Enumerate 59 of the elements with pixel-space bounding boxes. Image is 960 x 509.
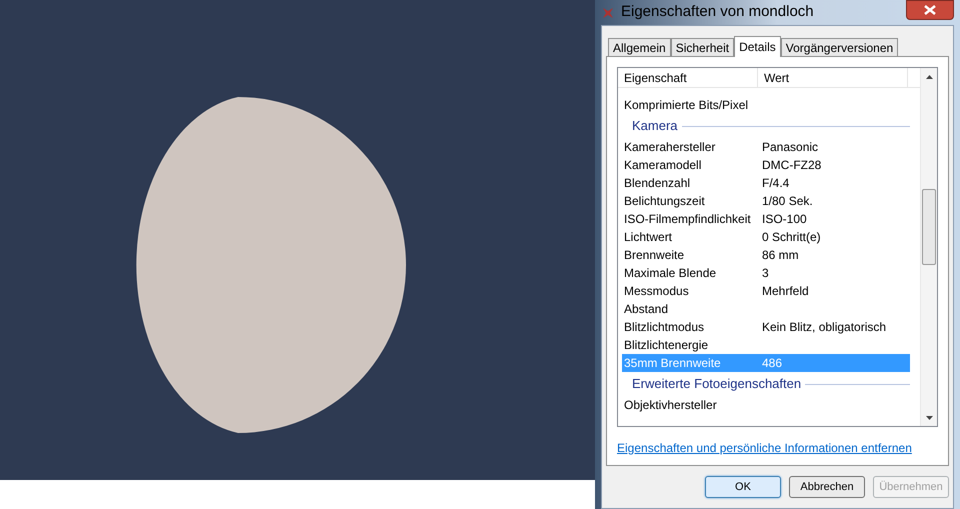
property-row[interactable]: ISO-Filmempfindlichkeit ISO-100 bbox=[622, 210, 910, 228]
property-name: 35mm Brennweite bbox=[623, 355, 722, 372]
close-button[interactable] bbox=[906, 0, 954, 20]
close-icon bbox=[924, 4, 936, 14]
property-name: Komprimierte Bits/Pixel bbox=[623, 97, 750, 114]
property-name: Messmodus bbox=[623, 283, 690, 300]
property-row[interactable]: Belichtungszeit 1/80 Sek. bbox=[622, 192, 910, 210]
property-name: Lichtwert bbox=[623, 229, 674, 246]
group-heading: Kamera bbox=[632, 117, 678, 136]
property-name: Kameramodell bbox=[623, 157, 702, 174]
property-row[interactable]: Blitzlichtmodus Kein Blitz, obligatorisch bbox=[622, 318, 910, 336]
scroll-up-icon bbox=[926, 75, 932, 79]
property-name: Blitzlichtenergie bbox=[623, 337, 710, 354]
property-value: 3 bbox=[762, 265, 769, 282]
property-row[interactable]: Kameramodell DMC-FZ28 bbox=[622, 156, 910, 174]
property-name: Belichtungszeit bbox=[623, 193, 706, 210]
column-header[interactable]: Wert bbox=[758, 68, 908, 87]
property-row[interactable]: Messmodus Mehrfeld bbox=[622, 282, 910, 300]
property-name: Kamerahersteller bbox=[623, 139, 716, 156]
property-name: Blendenzahl bbox=[623, 175, 692, 192]
property-row[interactable]: Lichtwert 0 Schritt(e) bbox=[622, 228, 910, 246]
property-row[interactable]: Maximale Blende 3 bbox=[622, 264, 910, 282]
property-value: Mehrfeld bbox=[762, 283, 809, 300]
scrollbar-thumb[interactable] bbox=[922, 189, 936, 265]
property-name: Objektivhersteller bbox=[623, 397, 718, 414]
property-name: Brennweite bbox=[623, 247, 686, 264]
tab[interactable]: Vorgängerversionen bbox=[780, 38, 898, 56]
property-value: 0 Schritt(e) bbox=[762, 229, 821, 246]
property-row[interactable]: Objektivhersteller bbox=[622, 396, 910, 414]
property-value: 86 mm bbox=[762, 247, 799, 264]
properties-icon bbox=[601, 6, 615, 20]
group-heading: Erweiterte Fotoeigenschaften bbox=[632, 375, 802, 394]
property-name: Maximale Blende bbox=[623, 265, 718, 282]
property-row[interactable]: Komprimierte Bits/Pixel bbox=[622, 96, 910, 114]
property-row[interactable]: Kamerahersteller Panasonic bbox=[622, 138, 910, 156]
tab[interactable]: Sicherheit bbox=[670, 38, 734, 56]
property-row[interactable]: Brennweite 86 mm bbox=[622, 246, 910, 264]
tab[interactable]: Allgemein bbox=[608, 38, 671, 56]
property-row[interactable]: Abstand bbox=[622, 300, 910, 318]
property-value: F/4.4 bbox=[762, 175, 790, 192]
property-value: 486 bbox=[762, 355, 782, 372]
property-row[interactable]: Blitzlichtenergie bbox=[622, 336, 910, 354]
scrollbar[interactable] bbox=[920, 68, 937, 426]
property-value: Panasonic bbox=[762, 139, 818, 156]
window-title: Eigenschaften von mondloch bbox=[621, 2, 814, 22]
scroll-down-icon bbox=[926, 416, 932, 420]
remove-properties-link[interactable]: Eigenschaften und persönliche Informationen entfernen bbox=[617, 439, 938, 457]
column-header[interactable]: Eigenschaft bbox=[618, 68, 758, 87]
property-value: 1/80 Sek. bbox=[762, 193, 813, 210]
dialog-button[interactable]: Abbrechen bbox=[789, 476, 865, 498]
property-value: Kein Blitz, obligatorisch bbox=[762, 319, 886, 336]
property-name: ISO-Filmempfindlichkeit bbox=[623, 211, 752, 228]
property-name: Blitzlichtmodus bbox=[623, 319, 706, 336]
property-value: ISO-100 bbox=[762, 211, 807, 228]
property-value: DMC-FZ28 bbox=[762, 157, 822, 174]
dialog-button[interactable]: OK bbox=[705, 476, 781, 498]
tab[interactable]: Details bbox=[734, 36, 781, 57]
property-row[interactable]: Blendenzahl F/4.4 bbox=[622, 174, 910, 192]
property-name: Abstand bbox=[623, 301, 670, 318]
